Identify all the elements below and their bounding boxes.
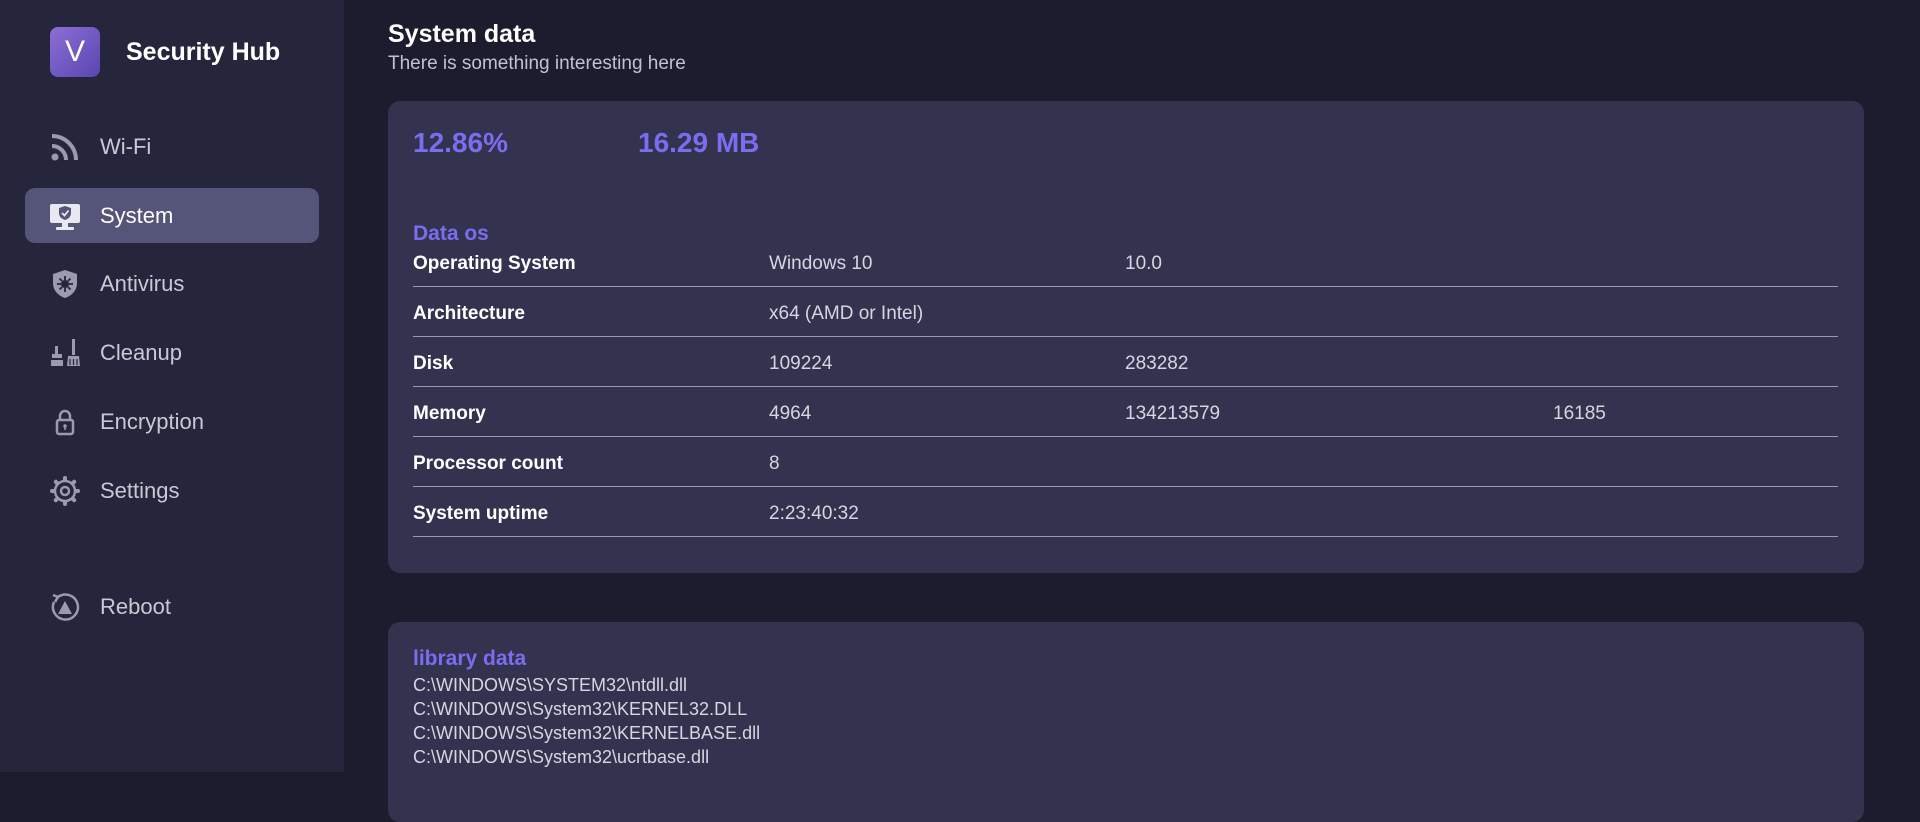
sidebar-item-label: Wi-Fi	[100, 133, 152, 159]
row-value: 10.0	[1125, 253, 1162, 274]
list-item: C:\WINDOWS\System32\KERNEL32.DLL	[413, 699, 748, 719]
app-logo: V	[50, 27, 100, 77]
row-value: 8	[769, 453, 780, 474]
row-value: 4964	[769, 403, 812, 424]
library-section-title: library data	[413, 647, 527, 670]
brand: V Security Hub	[50, 27, 280, 77]
row-value: 2:23:40:32	[769, 503, 859, 524]
sidebar-item-label: System	[100, 202, 174, 228]
reboot-icon	[51, 593, 80, 621]
sidebar-item-label: Reboot	[100, 593, 171, 619]
main-content: System data There is something interesti…	[388, 0, 1864, 822]
sidebar-item-label: Encryption	[100, 408, 204, 434]
lock-icon	[55, 409, 75, 436]
row-value: 134213579	[1125, 403, 1221, 424]
system-data-card: 12.86% 16.29 MB Data os Operating System…	[388, 101, 1864, 573]
table-row: Architecture x64 (AMD or Intel)	[413, 286, 1838, 337]
page-title: System data	[388, 20, 536, 48]
sidebar-item-label: Antivirus	[100, 270, 185, 296]
table-row: Disk 109224 283282	[413, 336, 1838, 387]
memory-usage-stat: 16.29 MB	[638, 127, 760, 158]
wifi-icon	[51, 134, 78, 161]
row-key: Memory	[413, 403, 486, 424]
row-value: Windows 10	[769, 253, 873, 274]
row-key: Processor count	[413, 453, 563, 474]
sidebar-item-wifi[interactable]: Wi-Fi	[25, 119, 319, 174]
library-data-card: library data C:\WINDOWS\SYSTEM32\ntdll.d…	[388, 622, 1864, 822]
sidebar-item-encryption[interactable]: Encryption	[25, 394, 319, 449]
app-title: Security Hub	[126, 37, 281, 66]
row-key: Disk	[413, 353, 454, 374]
table-row: Memory 4964 134213579 16185	[413, 386, 1838, 437]
sidebar-item-settings[interactable]: Settings	[25, 463, 319, 518]
row-value: x64 (AMD or Intel)	[769, 303, 924, 324]
list-item: C:\WINDOWS\SYSTEM32\ntdll.dll	[413, 675, 688, 695]
sidebar-item-cleanup[interactable]: Cleanup	[25, 325, 319, 380]
table-row: Processor count 8	[413, 436, 1838, 487]
sidebar-item-system[interactable]: System	[25, 188, 319, 243]
row-value: 16185	[1553, 403, 1606, 424]
page-subtitle: There is something interesting here	[388, 53, 686, 74]
row-key: Operating System	[413, 253, 576, 274]
list-item: C:\WINDOWS\System32\ucrtbase.dll	[413, 747, 710, 767]
table-row: System uptime 2:23:40:32	[413, 486, 1838, 537]
gear-icon	[50, 476, 80, 506]
sidebar-item-label: Settings	[100, 477, 180, 503]
row-key: Architecture	[413, 303, 525, 324]
row-key: System uptime	[413, 503, 549, 524]
sidebar-item-reboot[interactable]: Reboot	[25, 579, 319, 634]
sidebar: V Security Hub Wi-Fi System Antivirus Cl…	[0, 0, 344, 772]
table-row: Operating System Windows 10 10.0	[413, 236, 1838, 287]
sidebar-item-label: Cleanup	[100, 339, 182, 365]
shield-virus-icon	[53, 270, 77, 298]
broom-icon	[51, 339, 80, 366]
cpu-usage-stat: 12.86%	[413, 127, 508, 158]
list-item: C:\WINDOWS\System32\KERNELBASE.dll	[413, 723, 761, 743]
row-value: 283282	[1125, 353, 1189, 374]
monitor-shield-icon	[50, 204, 80, 230]
sidebar-item-antivirus[interactable]: Antivirus	[25, 256, 319, 311]
row-value: 109224	[769, 353, 833, 374]
logo-letter: V	[64, 35, 85, 68]
